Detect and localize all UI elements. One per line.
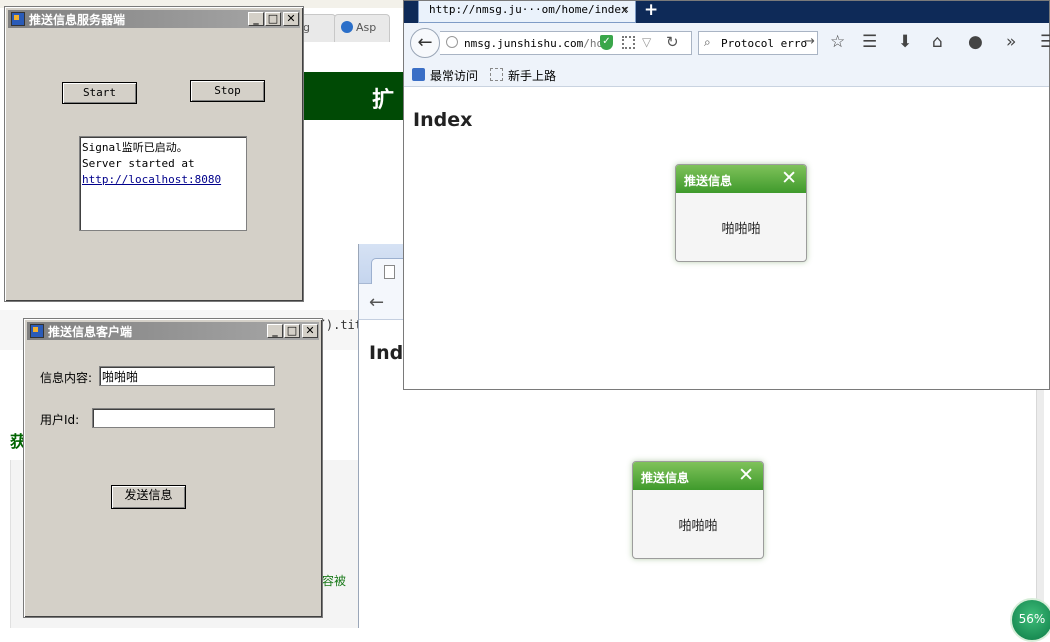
close-icon[interactable]: ✕ <box>738 464 754 486</box>
client-window-title: 推送信息客户端 <box>48 325 133 339</box>
badge-percent: 56% <box>1018 612 1046 626</box>
log-url-link[interactable]: http://localhost:8080 <box>82 173 221 186</box>
firefox-tab-title: http://nmsg.ju···om/home/index <box>429 3 628 16</box>
log-line: Server started at <box>82 157 195 170</box>
toast-message: 啪啪啪 <box>678 519 718 534</box>
reload-icon[interactable]: ↻ <box>666 33 679 51</box>
minimize-icon[interactable]: _ <box>267 324 283 338</box>
server-window-title: 推送信息服务器端 <box>29 13 126 27</box>
close-icon[interactable]: ✕ <box>781 167 797 189</box>
push-toast-firefox: 推送信息 ✕ 啪啪啪 <box>675 164 807 262</box>
stop-button[interactable]: Stop <box>190 80 265 102</box>
userid-label: 用户Id: <box>40 413 80 427</box>
search-input[interactable]: Protocol erro <box>698 31 818 55</box>
app-icon <box>30 324 44 338</box>
new-tab-plus-icon[interactable]: + <box>644 0 658 20</box>
push-toast-chrome: 推送信息 ✕ 啪啪啪 <box>632 461 764 559</box>
content-input[interactable]: 啪啪啪 <box>99 366 275 386</box>
server-window: 推送信息服务器端 _ □ ✕ Start Stop Signal监听已启动。 S… <box>4 6 304 302</box>
close-tab-icon[interactable]: ✕ <box>622 2 629 16</box>
background-inline-text: 容被 <box>322 574 347 588</box>
page-icon <box>384 265 395 279</box>
search-go-arrow-icon[interactable]: → <box>804 34 815 49</box>
menu-icon[interactable]: ☰ <box>1040 32 1050 52</box>
send-message-button[interactable]: 发送信息 <box>111 485 186 509</box>
reading-list-icon[interactable]: ☰ <box>862 32 877 52</box>
home-icon[interactable]: ⌂ <box>932 32 943 52</box>
firefox-window: http://nmsg.ju···om/home/index ✕ + nmsg.… <box>403 0 1050 390</box>
back-arrow-icon[interactable]: ← <box>369 292 384 313</box>
background-tab-label: g <box>303 21 310 34</box>
content-label: 信息内容: <box>40 371 93 385</box>
search-text: Protocol erro <box>721 37 808 50</box>
userid-input[interactable] <box>92 408 275 428</box>
overflow-chevron-icon[interactable]: » <box>1006 32 1016 52</box>
bookmark-star-icon[interactable]: ☆ <box>830 32 845 52</box>
dropdown-arrow-icon[interactable]: ▽ <box>642 35 651 49</box>
close-icon[interactable]: ✕ <box>283 12 299 26</box>
toast-message: 啪啪啪 <box>721 222 761 237</box>
firefox-page-title: Index <box>413 109 473 131</box>
minimize-icon[interactable]: _ <box>248 12 264 26</box>
chat-bubble-icon[interactable]: ● <box>968 32 983 52</box>
qr-code-icon[interactable] <box>622 36 635 49</box>
background-tab[interactable]: Asp <box>334 14 390 42</box>
url-host: nmsg.junshishu.com <box>464 37 584 50</box>
chrome-scrollbar[interactable] <box>1036 390 1044 628</box>
network-speed-badge[interactable]: 56% <box>1010 598 1050 642</box>
close-icon[interactable]: ✕ <box>302 324 318 338</box>
download-arrow-icon[interactable]: ⬇ <box>898 32 912 52</box>
banner-text: 扩 <box>372 88 395 113</box>
back-button[interactable]: ← <box>410 28 440 58</box>
globe-icon <box>446 36 458 48</box>
shield-icon[interactable]: ✓ <box>600 35 613 50</box>
search-icon: ⌕ <box>704 35 711 49</box>
toast-title: 推送信息 <box>684 174 733 188</box>
bookmark-page-icon <box>490 68 503 81</box>
address-bar[interactable]: nmsg.junshishu.com/ho <box>440 31 692 55</box>
client-window: 推送信息客户端 _ □ ✕ 信息内容: 啪啪啪 用户Id: 发送信息 <box>23 318 323 618</box>
asp-tab-icon <box>341 21 353 33</box>
bookmark-most-visited[interactable]: 最常访问 <box>430 67 478 84</box>
log-line: Signal监听已启动。 <box>82 141 188 154</box>
toast-title: 推送信息 <box>641 471 690 485</box>
background-banner: 扩 <box>300 72 410 120</box>
background-tab-label: Asp <box>356 21 377 34</box>
bookmark-getting-started[interactable]: 新手上路 <box>508 67 556 84</box>
server-log[interactable]: Signal监听已启动。 Server started at http://lo… <box>79 136 247 231</box>
maximize-icon[interactable]: □ <box>284 324 300 338</box>
bookmark-folder-icon <box>412 68 425 81</box>
start-button[interactable]: Start <box>62 82 137 104</box>
maximize-icon[interactable]: □ <box>265 12 281 26</box>
firefox-tab[interactable]: http://nmsg.ju···om/home/index ✕ <box>418 1 636 23</box>
app-icon <box>11 12 25 26</box>
